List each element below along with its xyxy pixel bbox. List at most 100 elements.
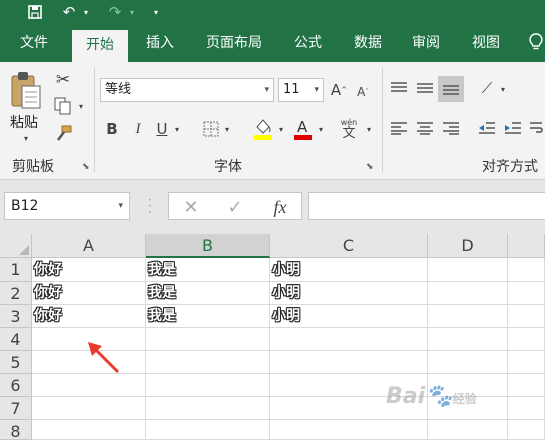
row-header-3[interactable]: 3: [0, 305, 32, 328]
redo-icon[interactable]: ↷: [104, 2, 126, 22]
font-size-combo[interactable]: 11 ▾: [278, 78, 324, 102]
align-center-icon[interactable]: [414, 118, 436, 138]
cell-d4[interactable]: [428, 328, 508, 351]
tab-view[interactable]: 视图: [460, 24, 512, 62]
row-header-2[interactable]: 2: [0, 282, 32, 305]
clipboard-launcher-icon[interactable]: ⬊: [82, 162, 90, 172]
cell-e7[interactable]: [508, 397, 545, 420]
decrease-font-size-icon[interactable]: Aˇ: [354, 82, 372, 102]
undo-icon[interactable]: ↶: [58, 2, 80, 22]
cell-b5[interactable]: [146, 351, 270, 374]
font-name-dropdown-icon[interactable]: ▾: [264, 79, 269, 101]
bottom-align-icon[interactable]: [438, 76, 464, 102]
column-header-b[interactable]: B: [146, 234, 270, 258]
cell-a3[interactable]: 你好: [32, 305, 146, 328]
cell-d3[interactable]: [428, 305, 508, 328]
select-all-button[interactable]: [0, 234, 32, 258]
tab-page-layout[interactable]: 页面布局: [196, 24, 272, 62]
cell-c4[interactable]: [270, 328, 428, 351]
undo-dropdown-icon[interactable]: ▾: [80, 2, 92, 22]
fill-color-icon[interactable]: [252, 116, 274, 142]
cell-e5[interactable]: [508, 351, 545, 374]
paste-dropdown-icon[interactable]: ▾: [20, 132, 32, 144]
row-header-7[interactable]: 7: [0, 397, 32, 420]
row-header-6[interactable]: 6: [0, 374, 32, 397]
column-header-e[interactable]: [508, 234, 545, 258]
cell-a1[interactable]: 你好: [32, 258, 146, 282]
increase-font-size-icon[interactable]: A ^: [330, 80, 348, 100]
cell-d5[interactable]: [428, 351, 508, 374]
cell-b8[interactable]: [146, 420, 270, 440]
tab-review[interactable]: 审阅: [400, 24, 452, 62]
tab-home[interactable]: 开始: [72, 30, 128, 62]
underline-icon[interactable]: U: [154, 118, 170, 140]
cell-b3[interactable]: 我是: [146, 305, 270, 328]
formula-bar-resize-handle[interactable]: · · ·: [148, 194, 152, 218]
cell-d2[interactable]: [428, 282, 508, 305]
formula-input[interactable]: [308, 192, 545, 220]
copy-dropdown-icon[interactable]: ▾: [76, 100, 86, 112]
cell-d1[interactable]: [428, 258, 508, 282]
wrap-text-icon[interactable]: [528, 118, 544, 138]
phonetic-dropdown-icon[interactable]: ▾: [364, 122, 374, 136]
insert-function-icon[interactable]: fx: [265, 195, 295, 219]
cell-c1[interactable]: 小明: [270, 258, 428, 282]
underline-dropdown-icon[interactable]: ▾: [172, 122, 182, 136]
row-header-1[interactable]: 1: [0, 258, 32, 282]
cell-b6[interactable]: [146, 374, 270, 397]
cell-b1[interactable]: 我是: [146, 258, 270, 282]
bold-icon[interactable]: B: [104, 118, 120, 140]
cell-e6[interactable]: [508, 374, 545, 397]
tab-insert[interactable]: 插入: [134, 24, 186, 62]
middle-align-icon[interactable]: [414, 78, 436, 98]
cell-e2[interactable]: [508, 282, 545, 305]
row-header-5[interactable]: 5: [0, 351, 32, 374]
cut-icon[interactable]: ✂: [52, 70, 74, 90]
row-header-4[interactable]: 4: [0, 328, 32, 351]
paste-icon[interactable]: [8, 70, 44, 110]
cell-c5[interactable]: [270, 351, 428, 374]
font-size-dropdown-icon[interactable]: ▾: [314, 79, 319, 101]
increase-indent-icon[interactable]: [502, 118, 524, 138]
cell-b7[interactable]: [146, 397, 270, 420]
customize-quick-access-icon[interactable]: ▾: [150, 2, 162, 22]
column-header-a[interactable]: A: [32, 234, 146, 258]
borders-icon[interactable]: [202, 120, 220, 138]
orientation-dropdown-icon[interactable]: ▾: [498, 82, 508, 96]
font-launcher-icon[interactable]: ⬊: [366, 162, 374, 172]
top-align-icon[interactable]: [388, 78, 410, 98]
cancel-icon[interactable]: ✕: [177, 195, 205, 219]
paste-label[interactable]: 粘贴: [10, 112, 38, 132]
cell-e8[interactable]: [508, 420, 545, 440]
cell-b2[interactable]: 我是: [146, 282, 270, 305]
cell-b4[interactable]: [146, 328, 270, 351]
font-color-icon[interactable]: A: [292, 116, 314, 142]
cell-a8[interactable]: [32, 420, 146, 440]
enter-icon[interactable]: ✓: [221, 195, 249, 219]
cell-e1[interactable]: [508, 258, 545, 282]
format-painter-icon[interactable]: [52, 124, 74, 144]
row-header-8[interactable]: 8: [0, 420, 32, 440]
name-box[interactable]: B12 ▾: [4, 192, 130, 220]
borders-dropdown-icon[interactable]: ▾: [222, 122, 232, 136]
copy-icon[interactable]: [52, 96, 74, 116]
font-name-combo[interactable]: 等线 ▾: [100, 78, 274, 102]
tab-data[interactable]: 数据: [342, 24, 394, 62]
phonetic-guide-icon[interactable]: wén 文: [338, 116, 360, 142]
decrease-indent-icon[interactable]: [476, 118, 498, 138]
align-left-icon[interactable]: [388, 118, 410, 138]
align-right-icon[interactable]: [440, 118, 462, 138]
save-icon[interactable]: [24, 2, 46, 22]
cell-e4[interactable]: [508, 328, 545, 351]
font-color-dropdown-icon[interactable]: ▾: [316, 122, 326, 136]
cell-c2[interactable]: 小明: [270, 282, 428, 305]
cell-d8[interactable]: [428, 420, 508, 440]
cell-a2[interactable]: 你好: [32, 282, 146, 305]
tab-formulas[interactable]: 公式: [282, 24, 334, 62]
column-header-d[interactable]: D: [428, 234, 508, 258]
name-box-dropdown-icon[interactable]: ▾: [118, 193, 123, 219]
orientation-icon[interactable]: ⟋: [476, 78, 498, 98]
column-header-c[interactable]: C: [270, 234, 428, 258]
lightbulb-icon[interactable]: [529, 33, 543, 55]
tab-file[interactable]: 文件: [6, 24, 62, 62]
